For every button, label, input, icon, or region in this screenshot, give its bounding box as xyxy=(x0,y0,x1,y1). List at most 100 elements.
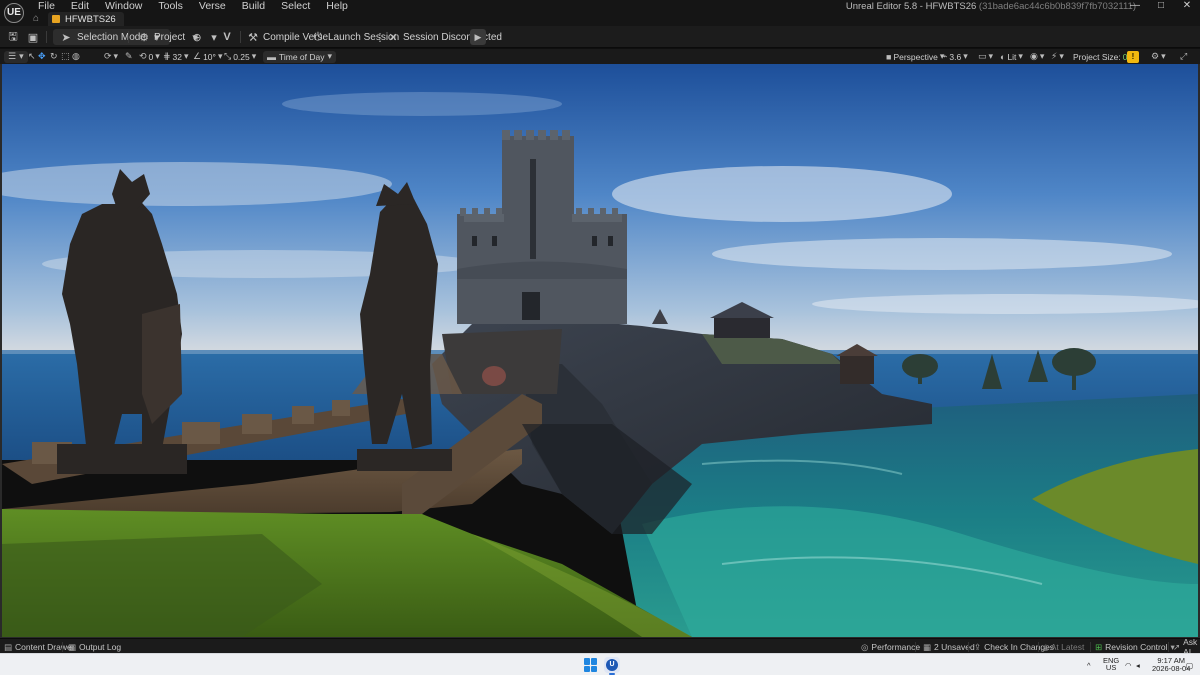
chevron-down-icon: ▾ xyxy=(327,51,333,61)
status-bar: ▤ Content Drawer ▦ Output Log ◎ Performa… xyxy=(0,637,1200,657)
add-actor-icon: ⊕ xyxy=(192,31,202,44)
main-toolbar: 🖫 ▣ ➤ Selection Mode ▾ ⚙ Project ▾ ⊕ ▾ V… xyxy=(0,26,1200,48)
time-of-day-icon: ▬ xyxy=(267,51,276,62)
window-title-hash: (31bade6ac44c6b0b839f7fb7032111) xyxy=(978,1,1136,12)
scalability-dropdown[interactable]: ⚡ ▾ xyxy=(1051,50,1064,63)
angle-snap-dropdown[interactable]: ∠ 10° ▾ xyxy=(193,50,222,63)
tray-overflow-icon[interactable]: ^ xyxy=(1087,657,1091,673)
select-tool[interactable]: ↖ xyxy=(28,50,36,63)
angle-snap-value: 10° xyxy=(203,51,216,62)
menu-window[interactable]: Window xyxy=(97,1,150,12)
ask-ai-button[interactable]: ↗ Ask AI xyxy=(1173,637,1200,657)
window-controls: — □ ✕ xyxy=(1122,0,1200,12)
system-clock[interactable]: 9:17 AM 2026-08-04 xyxy=(1152,657,1190,673)
show-flags-dropdown[interactable]: ◉ ▾ xyxy=(1030,50,1044,63)
camera-mode-dropdown[interactable]: ■ Perspective ▾ xyxy=(886,50,944,63)
camera-speed-icon: ⌁ xyxy=(942,51,948,61)
content-drawer-button[interactable]: ▤ Content Drawer xyxy=(4,641,75,653)
project-size-indicator[interactable]: Project Size: 0% xyxy=(1073,50,1135,63)
notifications-icon[interactable]: ▢ xyxy=(1186,657,1193,673)
camera-speed-dropdown[interactable]: ⌁ 3.6 ▾ xyxy=(942,50,968,63)
unreal-taskbar-icon[interactable]: U xyxy=(604,657,620,675)
play-button[interactable]: ▶ xyxy=(470,29,486,45)
view-mode-dropdown[interactable]: ◐ Lit ▾ xyxy=(1000,50,1023,63)
menu-edit[interactable]: Edit xyxy=(63,1,97,12)
viewport-toolbar: ☰ ▾ ↖ ✥ ↻ ⬚ ◍ ⟳ ▾ ✎ ⟲ 0 ▾ ⋕ 32 ▾ ∠ 10° ▾ ⤡ 0.25 ▾ … xyxy=(0,49,1200,64)
chevron-down-icon: ▾ xyxy=(963,51,968,61)
verse-button[interactable]: V xyxy=(220,29,234,45)
unreal-taskbar-logo: U xyxy=(606,659,618,671)
viewport-menu-button[interactable]: ☰ ▾ xyxy=(4,50,28,63)
menu-help[interactable]: Help xyxy=(318,1,356,12)
surface-snap-icon: ⟳ xyxy=(104,51,112,61)
selection-mode-label: Selection Mode xyxy=(77,31,146,43)
scale-icon: ⬚ xyxy=(61,51,70,61)
viewport-layout-dropdown[interactable]: ▭ ▾ xyxy=(978,50,993,63)
volume-icon[interactable]: ◂ xyxy=(1136,657,1140,673)
unsaved-icon: ▦ xyxy=(923,641,932,652)
camera-speed-value: 3.6 xyxy=(949,51,962,62)
session-status-label: Session Disconnected xyxy=(403,31,502,43)
scale-snap-dropdown[interactable]: ⤡ 0.25 ▾ xyxy=(224,50,256,63)
grid-snap-dropdown[interactable]: ⋕ 32 ▾ xyxy=(163,50,189,63)
maximize-button[interactable]: □ xyxy=(1148,0,1174,12)
play-icon: ▶ xyxy=(474,32,482,42)
menu-verse[interactable]: Verse xyxy=(191,1,234,12)
maximize-viewport-button[interactable]: ⤢ xyxy=(1180,50,1187,63)
scalability-icon: ⚡ xyxy=(1051,51,1058,61)
windows-start-icon[interactable] xyxy=(584,658,598,672)
output-log-button[interactable]: ▦ Output Log xyxy=(68,641,121,653)
add-content-dropdown[interactable]: ⊕ ▾ xyxy=(190,29,221,45)
performance-label: Performance xyxy=(871,642,921,652)
sync-icon: ⤓ xyxy=(1044,641,1048,652)
select-arrow-icon: ↖ xyxy=(28,51,36,61)
content-drawer-label: Content Drawer xyxy=(15,642,75,652)
rotation-snap-dropdown[interactable]: ⟲ 0 ▾ xyxy=(139,50,160,63)
chevron-down-icon: ▾ xyxy=(217,51,223,61)
close-button[interactable]: ✕ xyxy=(1174,0,1200,12)
menu-file[interactable]: File xyxy=(30,1,63,12)
time-of-day-dropdown[interactable]: ▬ Time of Day ▾ xyxy=(263,50,337,63)
camera-icon: ■ xyxy=(886,51,892,62)
level-tab[interactable]: HFWBTS26 xyxy=(48,12,124,26)
main-menu: File Edit Window Tools Verse Build Selec… xyxy=(30,1,356,12)
content-browser-button[interactable]: ▣ xyxy=(26,29,40,45)
scene-render xyxy=(2,64,1198,637)
save-button[interactable]: 🖫 xyxy=(6,29,20,45)
viewport-settings-dropdown[interactable]: ⚙ ▾ xyxy=(1151,50,1166,63)
unsaved-button[interactable]: ▦ 2 Unsaved xyxy=(923,641,975,653)
window-title-text: Unreal Editor 5.8 - HFWBTS26 xyxy=(845,1,977,12)
surface-snapping-dropdown[interactable]: ⟳ ▾ xyxy=(104,50,118,63)
project-label: Project xyxy=(154,31,186,43)
check-in-changes-button[interactable]: ⇪ Check In Changes xyxy=(974,641,1054,653)
chevron-down-icon: ▾ xyxy=(1161,51,1166,61)
cursor-icon: ➤ xyxy=(61,31,71,44)
scale-tool[interactable]: ⬚ xyxy=(61,50,70,63)
language-indicator[interactable]: ENG US xyxy=(1103,657,1119,673)
more-vertical-icon: ⋮ xyxy=(374,31,386,44)
at-latest-status[interactable]: ⤓ At Latest xyxy=(1044,641,1084,653)
revision-control-dropdown[interactable]: ⊞ Revision Control ▾ xyxy=(1095,641,1175,653)
coordinate-space-toggle[interactable]: ◍ xyxy=(72,50,80,63)
menu-select[interactable]: Select xyxy=(273,1,318,12)
session-options-button[interactable]: ⋮ xyxy=(373,29,387,45)
time-of-day-label: Time of Day xyxy=(279,51,325,62)
wifi-icon[interactable]: ◠ xyxy=(1125,657,1132,673)
rotate-tool[interactable]: ↻ xyxy=(50,50,58,63)
viewport-scene[interactable] xyxy=(2,64,1198,637)
performance-button[interactable]: ◎ Performance xyxy=(861,641,920,653)
minimize-button[interactable]: — xyxy=(1122,0,1148,12)
project-icon: ⚙ xyxy=(139,31,149,44)
home-icon[interactable]: ⌂ xyxy=(33,14,43,24)
chevron-down-icon: ▾ xyxy=(19,51,24,61)
translate-tool[interactable]: ✥ xyxy=(38,50,46,63)
warning-button[interactable]: ! xyxy=(1127,50,1139,63)
clock-date: 2026-08-04 xyxy=(1152,664,1191,673)
revision-control-icon: ⊞ xyxy=(1095,641,1103,652)
unreal-logo-icon[interactable]: UE xyxy=(4,3,24,23)
hamburger-icon: ☰ xyxy=(8,51,17,61)
menu-tools[interactable]: Tools xyxy=(150,1,191,12)
surface-snap-toggle[interactable]: ✎ xyxy=(125,50,133,63)
menu-build[interactable]: Build xyxy=(234,1,273,12)
expand-icon: ⤢ xyxy=(1180,51,1188,61)
